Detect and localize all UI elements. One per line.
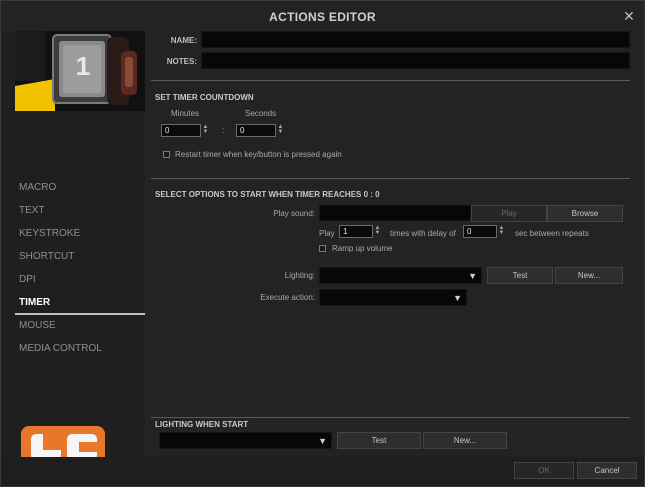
sidebar-item-keystroke[interactable]: KEYSTROKE [1, 225, 145, 248]
delay-stepper[interactable]: 0 ▲ ▼ [463, 225, 504, 238]
browse-button[interactable]: Browse [547, 205, 623, 222]
stepper-arrows-icon[interactable]: ▲ ▼ [374, 225, 381, 237]
seconds-label: Seconds [245, 109, 277, 118]
play-sound-button[interactable]: Play [471, 205, 547, 222]
play-times-value: 1 [343, 227, 348, 236]
sidebar-item-macro[interactable]: MACRO [1, 179, 145, 202]
execute-action-label: Execute action: [260, 293, 315, 302]
options-section-title: SELECT OPTIONS TO START WHEN TIMER REACH… [155, 190, 380, 199]
lighting-start-test-button[interactable]: Test [337, 432, 421, 449]
sec-between-label: sec between repeats [515, 229, 589, 238]
delay-value: 0 [467, 227, 472, 236]
window-title: ACTIONS EDITOR [269, 10, 376, 24]
times-delay-label: times with delay of [390, 229, 456, 238]
stepper-arrows-icon[interactable]: ▲ ▼ [202, 124, 209, 136]
seconds-value: 0 [240, 126, 245, 135]
actions-editor-window: ACTIONS EDITOR ✕ 1 MACRO TEXT KEYSTROKE … [0, 0, 645, 487]
time-separator: : [222, 126, 225, 135]
minutes-stepper[interactable]: 0 ▲ ▼ [161, 124, 208, 137]
device-image: 1 [15, 31, 145, 111]
divider [151, 80, 630, 81]
divider [151, 417, 630, 418]
divider [151, 178, 630, 179]
sidebar-item-shortcut[interactable]: SHORTCUT [1, 248, 145, 271]
play-sound-label: Play sound: [273, 209, 315, 218]
cancel-button[interactable]: Cancel [577, 462, 637, 479]
execute-action-select[interactable]: ▼ [319, 289, 467, 306]
chevron-down-icon: ▼ [468, 271, 477, 281]
minutes-label: Minutes [171, 109, 200, 118]
chevron-down-icon: ▼ [318, 436, 327, 446]
play-count-label: Play [319, 229, 335, 238]
notes-input[interactable] [201, 52, 630, 69]
lighting-start-section-title: LIGHTING WHEN START [155, 420, 249, 429]
sidebar-item-dpi[interactable]: DPI [1, 271, 145, 294]
sidebar: 1 MACRO TEXT KEYSTROKE SHORTCUT DPI TIME… [1, 31, 145, 468]
main-panel: NAME: NOTES: SET TIMER COUNTDOWN Minutes… [147, 31, 638, 457]
name-input[interactable] [201, 31, 630, 48]
sidebar-item-text[interactable]: TEXT [1, 202, 145, 225]
lighting-select[interactable]: ▼ [319, 267, 482, 284]
seconds-stepper[interactable]: 0 ▲ ▼ [236, 124, 283, 137]
lighting-label: Lighting: [284, 271, 315, 280]
play-times-stepper[interactable]: 1 ▲ ▼ [339, 225, 380, 238]
restart-timer-checkbox[interactable] [163, 151, 170, 158]
chevron-down-icon: ▼ [453, 293, 462, 303]
lighting-start-select[interactable]: ▼ [159, 432, 332, 449]
sidebar-nav: MACRO TEXT KEYSTROKE SHORTCUT DPI TIMER … [1, 179, 145, 363]
ok-button[interactable]: OK [514, 462, 574, 479]
stepper-arrows-icon[interactable]: ▲ ▼ [277, 124, 284, 136]
ramp-volume-checkbox[interactable] [319, 245, 326, 252]
sidebar-item-media-control[interactable]: MEDIA CONTROL [1, 340, 145, 363]
notes-label: NOTES: [166, 57, 197, 66]
name-label: NAME: [170, 36, 197, 45]
sidebar-item-timer[interactable]: TIMER [1, 294, 145, 317]
timer-section-title: SET TIMER COUNTDOWN [155, 93, 254, 102]
title-bar: ACTIONS EDITOR ✕ [1, 1, 644, 31]
stepper-arrows-icon[interactable]: ▲ ▼ [498, 225, 505, 237]
ramp-volume-label: Ramp up volume [332, 244, 393, 253]
device-badge-number: 1 [75, 51, 91, 81]
restart-timer-label: Restart timer when key/button is pressed… [175, 150, 342, 159]
minutes-value: 0 [165, 126, 170, 135]
lighting-start-new-button[interactable]: New... [423, 432, 507, 449]
close-icon[interactable]: ✕ [622, 9, 636, 23]
sound-file-field[interactable] [319, 205, 471, 221]
lighting-new-button[interactable]: New... [555, 267, 623, 284]
dialog-footer: OK Cancel [1, 457, 644, 486]
lighting-test-button[interactable]: Test [487, 267, 553, 284]
sidebar-item-mouse[interactable]: MOUSE [1, 317, 145, 340]
